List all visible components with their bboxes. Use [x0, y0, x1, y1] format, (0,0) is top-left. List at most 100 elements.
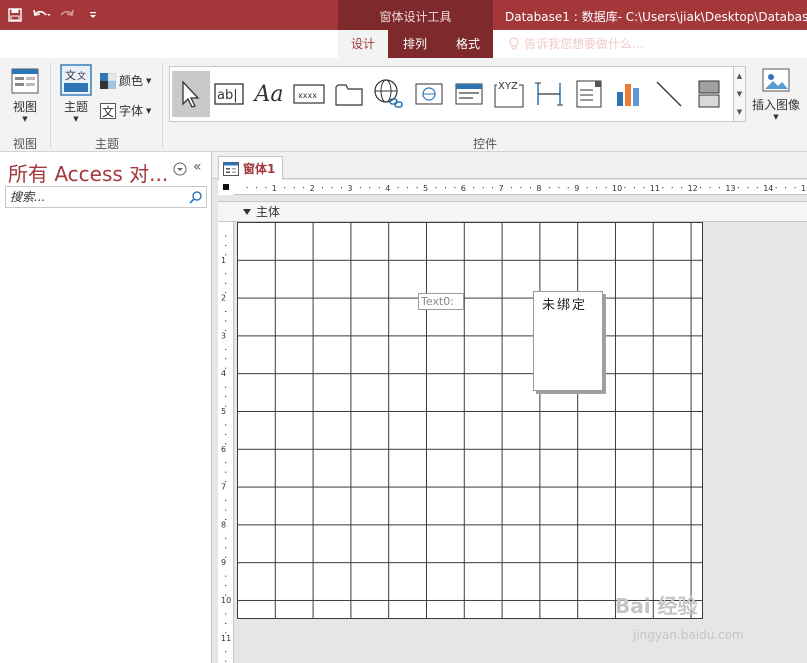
ruler-tick — [225, 613, 227, 615]
ruler-label: 1 — [221, 256, 226, 265]
insert-image-button[interactable]: 插入图像 ▼ — [748, 66, 804, 121]
ruler-tick — [454, 187, 456, 189]
nav-search-box[interactable] — [5, 186, 207, 208]
redo-icon[interactable] — [56, 4, 78, 26]
ruler-label: 13 — [725, 184, 735, 193]
document-tab-form1[interactable]: 窗体1 — [218, 156, 283, 180]
ruler-tick — [225, 386, 227, 388]
chart-control[interactable] — [610, 71, 648, 117]
theme-button-label: 主题 — [63, 100, 88, 114]
vertical-ruler[interactable]: 1 2 3 4 5 6 7 8 9 10 11 — [218, 222, 234, 663]
form-selector[interactable] — [218, 180, 234, 195]
ruler-tick — [225, 547, 227, 549]
watermark-logo: Bai 经验 — [615, 594, 698, 618]
ruler-tick — [718, 187, 720, 189]
tab-file[interactable]: 文件 — [6, 30, 52, 58]
tab-arrange[interactable]: 排列 — [392, 30, 438, 58]
ruler-label: 8 — [536, 184, 541, 193]
tab-create[interactable]: 创建 — [118, 30, 164, 58]
ruler-tick — [794, 187, 796, 189]
ruler-tick — [225, 311, 227, 313]
tab-database-tools[interactable]: 数据库工具 — [250, 30, 328, 58]
theme-icon: 文文 — [60, 64, 92, 96]
tab-format[interactable]: 格式 — [446, 30, 490, 58]
chevron-down-icon: ▼ — [146, 76, 152, 85]
quick-access-toolbar — [0, 0, 104, 30]
chevron-down-icon[interactable]: ▼ — [737, 90, 742, 98]
image-icon — [762, 68, 790, 92]
view-button-label: 视图 — [12, 100, 37, 114]
select-pointer-control[interactable] — [172, 71, 210, 117]
ruler-label: 4 — [385, 184, 390, 193]
chevron-down-icon: ▼ — [773, 113, 779, 121]
fonts-button[interactable]: 文 字体 ▼ — [100, 102, 151, 119]
ruler-tick — [225, 348, 227, 350]
page-break-control[interactable] — [530, 71, 568, 117]
ruler-tick — [492, 187, 494, 189]
ruler-tick — [225, 500, 227, 502]
navigation-control-icon — [455, 83, 483, 105]
navigation-control[interactable] — [450, 71, 488, 117]
tab-control[interactable] — [330, 71, 368, 117]
ruler-tick — [435, 187, 437, 189]
tab-external-data[interactable]: 外部数据 — [172, 30, 238, 58]
theme-button[interactable]: 文文 主题 ▼ — [58, 64, 94, 123]
customize-qat-icon[interactable] — [82, 4, 104, 26]
ruler-tick — [225, 396, 227, 398]
ruler-tick — [225, 282, 227, 284]
textbox-control[interactable]: ab| — [210, 71, 248, 117]
chevron-down-icon: ▼ — [22, 115, 28, 123]
ruler-tick — [225, 622, 227, 624]
ruler-tick — [558, 187, 560, 189]
ruler-label: 2 — [310, 184, 315, 193]
tab-design[interactable]: 设计 — [338, 30, 388, 58]
combo-box-control[interactable] — [570, 71, 608, 117]
document-tab-label: 窗体1 — [243, 162, 276, 176]
form-design-grid[interactable] — [237, 222, 703, 619]
gallery-scrollbar[interactable]: ▲ ▼ ▼ — [733, 66, 746, 122]
save-icon[interactable] — [4, 4, 26, 26]
undo-icon[interactable] — [30, 4, 52, 26]
ruler-tick — [548, 187, 550, 189]
ruler-tick — [482, 187, 484, 189]
hyperlink-control[interactable] — [370, 71, 408, 117]
svg-text:ab|: ab| — [217, 88, 238, 103]
svg-text:文: 文 — [65, 68, 76, 82]
toggle-button-control[interactable] — [690, 71, 728, 117]
ruler-tick — [633, 187, 635, 189]
nav-search-input[interactable] — [6, 187, 186, 207]
section-selector[interactable] — [218, 201, 234, 222]
tell-me-box[interactable]: 告诉我您想要做什么... — [508, 30, 643, 58]
chevron-up-icon[interactable]: ▲ — [737, 72, 742, 80]
option-group-control[interactable]: XYZ — [490, 71, 528, 117]
nav-pane-title[interactable]: 所有 Access 对... — [8, 158, 168, 187]
label-aa-control[interactable]: Aa — [250, 71, 288, 117]
textbox-text0[interactable]: Text0: — [418, 293, 464, 310]
line-control[interactable] — [650, 71, 688, 117]
horizontal-ruler[interactable]: 123456789101112131415 — [218, 180, 807, 195]
unbound-control[interactable]: 未绑定 — [533, 291, 603, 391]
ruler-label: 5 — [423, 184, 428, 193]
ruler-tick — [225, 509, 227, 511]
view-button[interactable]: 视图 ▼ — [8, 66, 42, 123]
ruler-label: 3 — [221, 331, 226, 340]
gallery-more-icon[interactable]: ▼ — [737, 108, 742, 116]
search-icon[interactable] — [189, 190, 203, 207]
ruler-tick — [225, 537, 227, 539]
button-control[interactable]: xxxx — [290, 71, 328, 117]
ruler-tick — [265, 187, 267, 189]
ruler-tick — [520, 187, 522, 189]
nav-menu-chevron-icon[interactable] — [173, 162, 187, 179]
context-tools-label: 窗体设计工具 — [379, 10, 452, 24]
detail-section-bar[interactable]: 主体 — [234, 201, 807, 222]
tab-home[interactable]: 开始 — [64, 30, 112, 58]
web-browser-control[interactable] — [410, 71, 448, 117]
toggle-button-icon — [698, 80, 720, 108]
colors-button[interactable]: 颜色 ▼ — [100, 72, 151, 89]
controls-group-label: 控件 — [472, 137, 497, 151]
ruler-tick — [378, 187, 380, 189]
svg-text:文: 文 — [102, 104, 114, 119]
shutter-collapse-icon[interactable]: « — [193, 159, 202, 175]
ruler-tick — [605, 187, 607, 189]
ruler-label: 6 — [221, 445, 226, 454]
